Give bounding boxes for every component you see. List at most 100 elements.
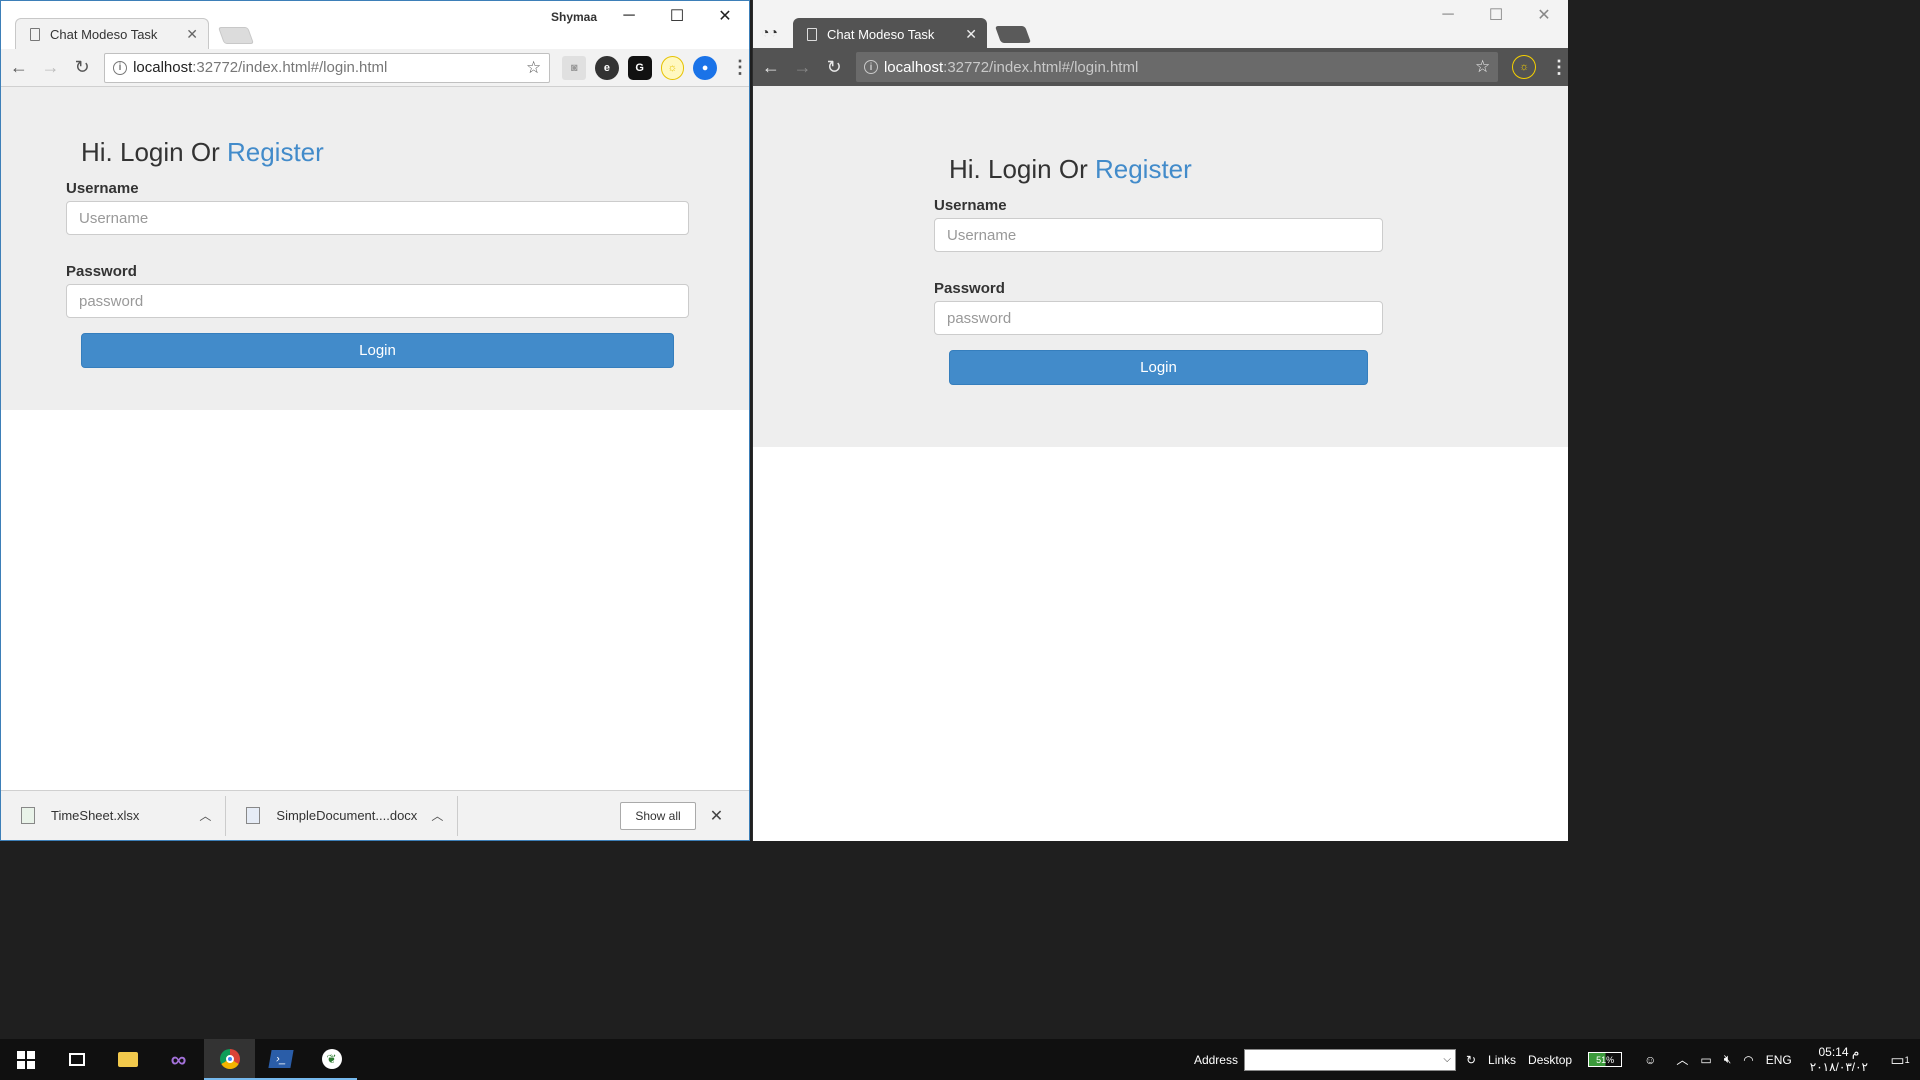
download-item[interactable]: SimpleDocument....docx ︿ [226,795,459,836]
password-label: Password [934,280,1005,297]
address-bar[interactable]: i localhost:32772/index.html#/login.html… [104,52,551,83]
tab-close-icon[interactable]: ✕ [965,26,977,43]
close-icon[interactable]: ✕ [701,1,749,31]
excel-file-icon [21,807,35,824]
login-heading: Hi. Login Or Register [81,137,324,167]
login-button[interactable]: Login [81,333,674,368]
show-all-button[interactable]: Show all [620,801,696,830]
chrome-menu-icon[interactable]: ⋮ [731,57,749,78]
browser-toolbar: ← → ↻ i localhost:32772/index.html#/logi… [753,48,1568,86]
username-label: Username [934,197,1007,214]
show-hidden-icons-icon[interactable]: ︿ [1676,1051,1688,1068]
wifi-icon[interactable]: ◠ [1743,1053,1753,1067]
incognito-icon: ◔◔ [761,24,778,40]
left-browser-window: Chat Modeso Task ✕ Shymaa ─ ☐ ✕ ← → ↻ i … [0,0,750,841]
clock-time: 05:14 م [1818,1044,1860,1059]
chrome-menu-icon[interactable]: ⋮ [1550,57,1568,78]
sun-extension-icon[interactable]: ☼ [1512,55,1536,79]
minimize-icon[interactable]: ─ [605,1,653,31]
maximize-icon[interactable]: ☐ [653,1,701,31]
password-input[interactable] [66,284,689,318]
visual-studio-button[interactable]: ∞ [153,1039,204,1080]
bookmark-star-icon[interactable]: ☆ [1475,57,1490,77]
register-link[interactable]: Register [227,137,324,167]
start-button[interactable] [0,1039,51,1080]
page-icon [30,28,40,41]
mongodb-button[interactable]: ❦ [306,1039,357,1080]
zoom-extension-icon[interactable]: ● [693,55,717,80]
username-input[interactable] [66,201,689,235]
browser-toolbar: ← → ↻ i localhost:32772/index.html#/logi… [1,49,749,87]
tab-chat-modeso[interactable]: Chat Modeso Task ✕ [15,18,209,50]
login-form: Hi. Login Or Register Username Password … [934,154,1383,385]
register-link[interactable]: Register [1095,154,1192,184]
new-tab-button[interactable] [217,27,255,44]
desktop-toolbar[interactable]: Desktop [1528,1053,1572,1067]
powershell-button[interactable]: ›_ [255,1039,306,1080]
windows-taskbar: ∞ ›_ ❦ Address ⌵ ↻ Links Desktop 51% ☺ ︿… [0,1039,1920,1080]
chevron-down-icon[interactable]: ⌵ [1443,1054,1451,1065]
address-bar[interactable]: i localhost:32772/index.html#/login.html… [855,52,1499,82]
window-controls: ─ ☐ ✕ [1424,0,1568,30]
jumbotron: Hi. Login Or Register Username Password … [753,86,1568,447]
address-toolbar-label: Address [1193,1052,1238,1067]
back-arrow-icon[interactable]: ← [757,53,785,81]
address-toolbar-input[interactable]: ⌵ [1243,1048,1456,1071]
mongodb-icon: ❦ [321,1048,342,1069]
refresh-icon[interactable]: ↻ [1466,1053,1476,1067]
url-text: localhost:32772/index.html#/login.html [133,59,388,76]
volume-muted-icon[interactable]: 🔇︎ [1724,1052,1732,1067]
clock[interactable]: 05:14 م ٢٠١٨/٠٣/٠٢ [1810,1045,1868,1075]
profile-name[interactable]: Shymaa [551,10,597,24]
sun-extension-icon[interactable]: ☼ [660,55,685,80]
chevron-up-icon[interactable]: ︿ [199,807,211,824]
bookmark-star-icon[interactable]: ☆ [526,58,541,78]
people-icon[interactable]: ☺ [1644,1053,1656,1067]
info-icon[interactable]: i [113,60,128,75]
reload-icon[interactable]: ↻ [820,53,848,81]
links-toolbar[interactable]: Links [1488,1053,1516,1067]
extension-g-icon[interactable]: G [627,55,652,80]
system-tray: Address ⌵ ↻ Links Desktop 51% ☺ ︿ ▭ 🔇︎ ◠… [1194,1039,1920,1080]
chrome-icon [219,1048,240,1069]
reload-icon[interactable]: ↻ [68,54,96,82]
file-explorer-button[interactable] [102,1039,153,1080]
maximize-icon[interactable]: ☐ [1472,0,1520,30]
chrome-button[interactable] [204,1039,255,1080]
login-button[interactable]: Login [949,350,1368,385]
forward-arrow-icon[interactable]: → [789,53,817,81]
language-indicator[interactable]: ENG [1766,1053,1792,1067]
task-view-icon [68,1053,85,1066]
notification-count: 1 [1904,1054,1910,1065]
power-icon[interactable]: ▭ [1700,1053,1711,1067]
username-input[interactable] [934,218,1383,252]
info-icon[interactable]: i [863,60,878,74]
password-input[interactable] [934,301,1383,335]
chevron-up-icon[interactable]: ︿ [431,807,443,824]
minimize-icon[interactable]: ─ [1424,0,1472,30]
close-icon[interactable]: ✕ [1520,0,1568,30]
back-arrow-icon[interactable]: ← [5,54,33,82]
notification-icon: ▭ [1890,1051,1905,1069]
windows-logo-icon [16,1050,35,1069]
close-downloads-icon[interactable]: ✕ [710,806,723,826]
download-item[interactable]: TimeSheet.xlsx ︿ [1,795,227,836]
folder-icon [117,1052,138,1067]
task-view-button[interactable] [51,1039,102,1080]
page-content: Hi. Login Or Register Username Password … [1,87,749,410]
battery-indicator[interactable]: 51% [1588,1052,1623,1067]
tab-title: Chat Modeso Task [50,27,158,42]
page-content: Hi. Login Or Register Username Password … [753,86,1568,447]
tab-close-icon[interactable]: ✕ [186,26,198,43]
new-tab-button[interactable] [994,26,1032,43]
action-center-button[interactable]: ▭ 1 [1880,1039,1920,1080]
extension-e-icon[interactable]: e [595,55,619,80]
tab-chat-modeso[interactable]: Chat Modeso Task ✕ [793,18,987,50]
password-label: Password [66,263,137,280]
camera-extension-icon[interactable]: ◙ [562,55,587,80]
download-filename: SimpleDocument....docx [276,808,418,823]
forward-arrow-icon[interactable]: → [37,54,65,82]
jumbotron: Hi. Login Or Register Username Password … [1,87,749,410]
right-browser-window: ◔◔ Chat Modeso Task ✕ ─ ☐ ✕ ← → ↻ i loca… [752,0,1568,841]
tab-title: Chat Modeso Task [827,26,935,42]
